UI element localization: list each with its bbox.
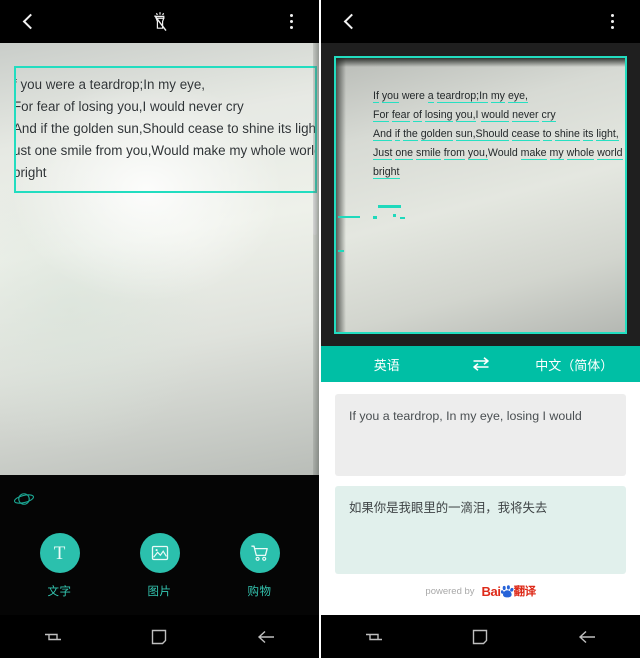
- source-language-button[interactable]: 英语: [321, 355, 453, 374]
- translated-text-box[interactable]: 如果你是我眼里的一滴泪，我将失去: [335, 486, 626, 574]
- photo-ocr-line: For fear of losing you,I would never cry: [373, 109, 556, 122]
- captured-photo-area: If you were a teardrop;In my eye, For fe…: [321, 43, 640, 346]
- photo-ocr-line: bright: [373, 166, 400, 179]
- left-more-options-button[interactable]: [263, 0, 319, 43]
- cart-circle: [239, 533, 280, 573]
- ocr-fragment: [378, 205, 401, 208]
- right-phone-panel: If you were a teardrop;In my eye, For fe…: [321, 0, 640, 658]
- back-arrow-icon: [578, 630, 595, 643]
- target-language-button[interactable]: 中文（简体）: [509, 355, 640, 374]
- action-text-button[interactable]: T 文字: [27, 533, 93, 599]
- action-text-label: 文字: [47, 586, 72, 598]
- back-arrow-icon: [257, 630, 274, 643]
- action-image-button[interactable]: 图片: [127, 533, 193, 599]
- cart-icon: [251, 545, 268, 561]
- right-back-button[interactable]: [321, 0, 377, 43]
- action-shopping-button[interactable]: 购物: [227, 533, 293, 599]
- swap-arrows-icon: [472, 357, 489, 371]
- ocr-selection-box[interactable]: f you were a teardrop;In my eye, For fea…: [14, 66, 317, 193]
- recents-icon: [366, 633, 383, 640]
- ocr-fragment: [400, 217, 405, 219]
- right-back-nav-button[interactable]: [555, 615, 619, 658]
- viewfinder-scroll-indicator: [313, 193, 317, 235]
- powered-by-row: powered by Bai 翻译: [335, 583, 626, 599]
- image-circle: [139, 533, 180, 573]
- right-home-button[interactable]: [448, 615, 512, 658]
- recents-icon: [45, 633, 62, 640]
- baidu-translate-logo[interactable]: Bai 翻译: [481, 583, 537, 599]
- right-topbar-spacer: [377, 0, 584, 43]
- baidu-translate-cjk: 翻译: [513, 586, 537, 598]
- swap-languages-button[interactable]: [453, 356, 509, 372]
- baidu-wordmark: Bai: [481, 584, 501, 599]
- left-home-button[interactable]: [127, 615, 191, 658]
- powered-by-label: powered by: [425, 585, 475, 597]
- photo-ocr-line: And if the golden sun,Should cease to sh…: [373, 128, 619, 141]
- home-icon: [152, 629, 167, 644]
- ocr-line: bright: [14, 165, 47, 180]
- baidu-paw-icon: [500, 585, 514, 598]
- right-more-options-button[interactable]: [584, 0, 640, 43]
- ocr-line: f you were a teardrop;In my eye,: [14, 77, 206, 92]
- translation-result-area: If you a teardrop, In my eye, losing I w…: [321, 382, 640, 615]
- ocr-fragment: [393, 214, 396, 217]
- ocr-line: And if the golden sun,Should cease to sh…: [14, 121, 317, 136]
- ocr-line: For fear of losing you,I would never cry: [14, 99, 244, 114]
- photo-ocr-line: Just one smile from you,Would make my wh…: [373, 147, 623, 160]
- panel-divider: [319, 0, 321, 658]
- ocr-line: ust one smile from you,Would make my who…: [14, 143, 317, 158]
- language-selector-bar: 英语 中文（简体）: [321, 346, 640, 382]
- action-shopping-label: 购物: [247, 586, 272, 598]
- left-phone-panel: f you were a teardrop;In my eye, For fea…: [0, 0, 319, 658]
- home-icon: [473, 629, 488, 644]
- photo-ocr-line: If you were a teardrop;In my eye,: [373, 90, 528, 103]
- ocr-fragment: [373, 216, 377, 219]
- source-text-box[interactable]: If you a teardrop, In my eye, losing I w…: [335, 394, 626, 476]
- action-button-row: T 文字 图片 购物: [0, 533, 319, 599]
- image-icon: [151, 545, 168, 561]
- right-navigation-bar: [321, 615, 640, 658]
- camera-viewfinder[interactable]: f you were a teardrop;In my eye, For fea…: [0, 43, 319, 475]
- ocr-fragment: [338, 250, 344, 252]
- ocr-fragment: [338, 216, 360, 218]
- action-image-label: 图片: [147, 586, 172, 598]
- left-recents-button[interactable]: [21, 615, 85, 658]
- chevron-left-icon: [343, 13, 359, 30]
- right-topbar: [321, 0, 640, 43]
- captured-photo-frame[interactable]: If you were a teardrop;In my eye, For fe…: [334, 56, 627, 334]
- flashlight-off-icon: [153, 11, 167, 31]
- text-circle: T: [39, 533, 80, 573]
- chevron-left-icon: [22, 13, 38, 30]
- more-vertical-icon: [289, 14, 293, 29]
- more-vertical-icon: [610, 14, 614, 29]
- left-back-nav-button[interactable]: [234, 615, 298, 658]
- text-icon: T: [53, 542, 66, 564]
- left-topbar: [0, 0, 319, 43]
- left-back-button[interactable]: [0, 0, 56, 43]
- right-recents-button[interactable]: [342, 615, 406, 658]
- screenshot-root: f you were a teardrop;In my eye, For fea…: [0, 0, 640, 658]
- globe-icon[interactable]: [13, 491, 35, 507]
- photo-ocr-layer: If you were a teardrop;In my eye, For fe…: [338, 67, 623, 332]
- flashlight-toggle-button[interactable]: [56, 0, 263, 43]
- left-navigation-bar: [0, 615, 319, 658]
